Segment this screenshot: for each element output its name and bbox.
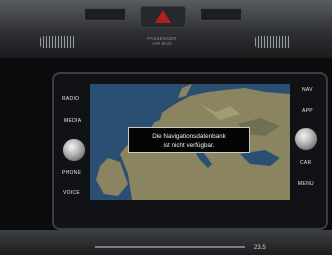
airbag-indicator-label: PASSENGER AIR BAG bbox=[147, 36, 177, 46]
media-button[interactable]: MEDIA bbox=[64, 118, 81, 124]
navigation-display[interactable]: Die Navigationsdatenbank ist nicht verfü… bbox=[90, 84, 290, 200]
menu-button[interactable]: MENU bbox=[298, 181, 314, 187]
phone-button[interactable]: PHONE bbox=[62, 170, 81, 176]
dashboard-top: PASSENGER AIR BAG bbox=[0, 0, 332, 58]
hazard-button[interactable] bbox=[140, 6, 186, 28]
dashboard-bottom bbox=[0, 230, 332, 255]
radio-button[interactable]: RADIO bbox=[62, 96, 79, 102]
tune-knob-icon[interactable] bbox=[294, 127, 318, 151]
volume-knob-icon[interactable] bbox=[62, 138, 86, 162]
voice-button[interactable]: VOICE bbox=[63, 190, 80, 196]
air-vent-icon bbox=[255, 36, 291, 48]
error-dialog: Die Navigationsdatenbank ist nicht verfü… bbox=[128, 127, 250, 153]
nav-button[interactable]: NAV bbox=[302, 87, 313, 93]
dialog-line-1: Die Navigationsdatenbank bbox=[152, 133, 226, 140]
app-button[interactable]: APP bbox=[302, 108, 313, 114]
hazard-triangle-icon bbox=[155, 10, 171, 23]
left-toggle-switch[interactable] bbox=[84, 8, 126, 21]
car-button[interactable]: CAR bbox=[300, 160, 311, 166]
right-toggle-switch[interactable] bbox=[200, 8, 242, 21]
temperature-readout: 23.5 bbox=[254, 245, 266, 251]
climate-control-strip bbox=[95, 246, 245, 248]
air-vent-icon bbox=[40, 36, 76, 48]
dialog-line-2: ist nicht verfügbar. bbox=[163, 142, 215, 149]
